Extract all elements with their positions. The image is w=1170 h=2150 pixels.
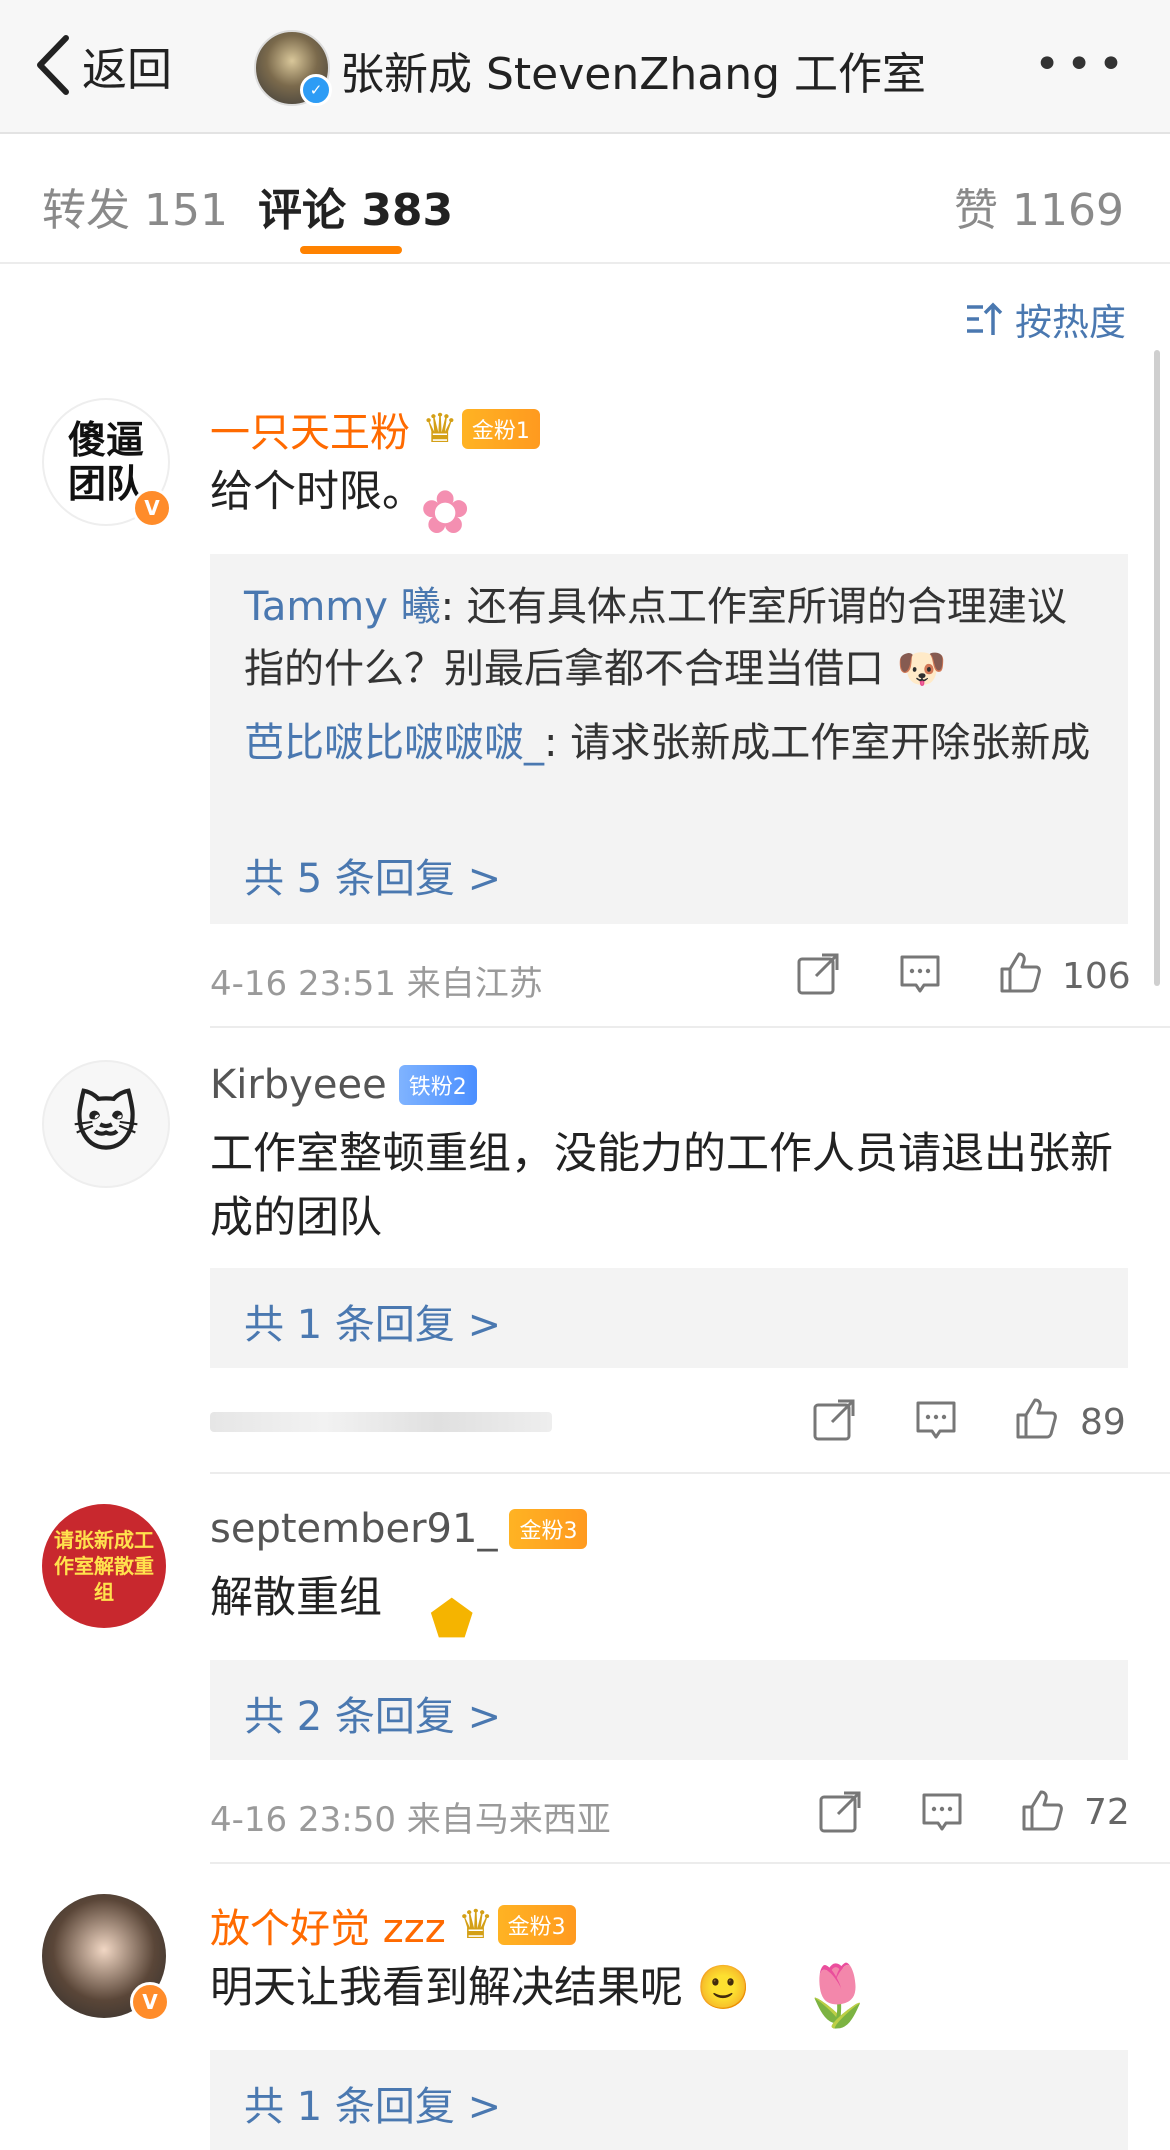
reply-icon[interactable] xyxy=(914,1398,958,1446)
like-count: 106 xyxy=(1062,956,1131,997)
like-icon[interactable] xyxy=(998,950,1042,998)
comment-text-content: 明天让我看到解决结果呢 xyxy=(210,1963,683,2013)
share-icon[interactable] xyxy=(796,952,840,1000)
username[interactable]: Kirbyeee xyxy=(210,1062,387,1108)
husky-emoji-icon: 🐶 xyxy=(896,646,947,692)
reply-line: Tammy 曦: 还有具体点工作室所谓的合理建议指的什么？别最后拿都不合理当借口… xyxy=(244,576,1098,700)
divider xyxy=(210,1026,1170,1028)
share-icon[interactable] xyxy=(818,1790,862,1838)
flower-sticker-icon: ✿ xyxy=(420,478,471,548)
like-icon[interactable] xyxy=(1020,1788,1064,1836)
reply-text: : 请求张新成工作室开除张新成 xyxy=(544,720,1091,766)
avatar[interactable]: 请张新成工作室解散重组 xyxy=(42,1504,166,1628)
cat-avatar-icon: 🐱 xyxy=(72,1087,140,1161)
smile-emoji-icon: 🙂 xyxy=(683,1963,751,2013)
comment-meta: 4-16 23:50 来自马来西亚 xyxy=(210,1800,611,1840)
view-replies-link[interactable]: 共 1 条回复 > xyxy=(244,1292,501,1350)
fan-badge[interactable]: 铁粉2 xyxy=(398,1065,477,1105)
fan-badge[interactable]: 金粉3 xyxy=(509,1509,588,1549)
account-avatar[interactable]: ✓ xyxy=(254,30,332,106)
reply-username[interactable]: 芭比啵比啵啵啵_ xyxy=(244,720,544,766)
view-replies-link[interactable]: 共 2 条回复 > xyxy=(244,1684,501,1742)
like-count: 72 xyxy=(1084,1792,1130,1833)
tab-bar: 转发 151 评论 383 赞 1169 xyxy=(0,134,1170,264)
tulip-sticker-icon: 🌷 xyxy=(800,1961,875,2031)
top-bar: 返回 ✓ 张新成 StevenZhang 工作室 ••• xyxy=(0,0,1170,134)
back-label: 返回 xyxy=(82,42,173,96)
avatar[interactable]: V xyxy=(42,1894,170,2022)
divider xyxy=(210,1862,1170,1864)
share-icon[interactable] xyxy=(812,1398,856,1446)
crown-icon: ♛ xyxy=(457,1902,494,1948)
username[interactable]: 放个好觉 zzz xyxy=(210,1896,446,1954)
reply-preview[interactable]: 共 1 条回复 > xyxy=(210,2050,1128,2150)
reply-username[interactable]: Tammy 曦 xyxy=(244,584,441,630)
scrollbar[interactable] xyxy=(1154,350,1160,986)
verified-icon: V xyxy=(132,488,172,528)
avatar-text: 请张新成工作室解散重组 xyxy=(54,1528,154,1604)
tab-repost[interactable]: 转发 151 xyxy=(42,174,228,238)
comment-meta: 4-16 23:51 来自江苏 xyxy=(210,964,543,1004)
back-button[interactable]: 返回 xyxy=(34,30,172,100)
view-replies-link[interactable]: 共 5 条回复 > xyxy=(244,846,501,904)
tab-indicator xyxy=(300,246,402,254)
verified-icon: V xyxy=(130,1982,170,2022)
reply-preview[interactable]: 共 1 条回复 > xyxy=(210,1268,1128,1368)
view-replies-link[interactable]: 共 1 条回复 > xyxy=(244,2074,501,2132)
like-count: 89 xyxy=(1080,1402,1126,1443)
comment-text: 工作室整顿重组，没能力的工作人员请退出张新成的团队 xyxy=(210,1129,1113,1243)
gem-sticker-icon: ⬟ xyxy=(430,1590,474,1648)
username[interactable]: 一只天王粉 xyxy=(210,400,410,458)
reply-preview[interactable]: Tammy 曦: 还有具体点工作室所谓的合理建议指的什么？别最后拿都不合理当借口… xyxy=(210,554,1128,924)
avatar-text: 傻逼团队 xyxy=(67,418,144,506)
account-name[interactable]: 张新成 StevenZhang 工作室 xyxy=(340,38,926,102)
fan-badge[interactable]: 金粉3 xyxy=(497,1905,576,1945)
reply-icon[interactable] xyxy=(898,952,942,1000)
reply-icon[interactable] xyxy=(920,1790,964,1838)
comment-meta-redacted xyxy=(210,1412,552,1432)
sort-label: 按热度 xyxy=(1015,301,1126,344)
more-options-icon[interactable]: ••• xyxy=(1034,43,1130,87)
avatar[interactable]: 🐱 xyxy=(42,1060,170,1188)
comment-text: 明天让我看到解决结果呢 🙂 xyxy=(210,1956,750,2020)
comment-text: 给个时限。 xyxy=(210,467,425,517)
sort-icon xyxy=(967,302,1003,335)
username[interactable]: september91_ xyxy=(210,1506,497,1552)
fan-badge[interactable]: 金粉1 xyxy=(461,409,540,449)
crown-icon: ♛ xyxy=(422,406,458,452)
divider xyxy=(210,1472,1170,1474)
avatar[interactable]: 傻逼团队 V xyxy=(42,398,172,528)
chevron-left-icon xyxy=(37,35,69,95)
verified-icon: ✓ xyxy=(300,74,332,106)
like-icon[interactable] xyxy=(1014,1396,1058,1444)
tab-like[interactable]: 赞 1169 xyxy=(954,174,1124,238)
sort-button[interactable]: 按热度 xyxy=(965,292,1126,346)
comment-text: 解散重组 xyxy=(210,1573,382,1623)
reply-preview[interactable]: 共 2 条回复 > xyxy=(210,1660,1128,1760)
reply-line: 芭比啵比啵啵啵_: 请求张新成工作室开除张新成 xyxy=(244,712,1098,774)
